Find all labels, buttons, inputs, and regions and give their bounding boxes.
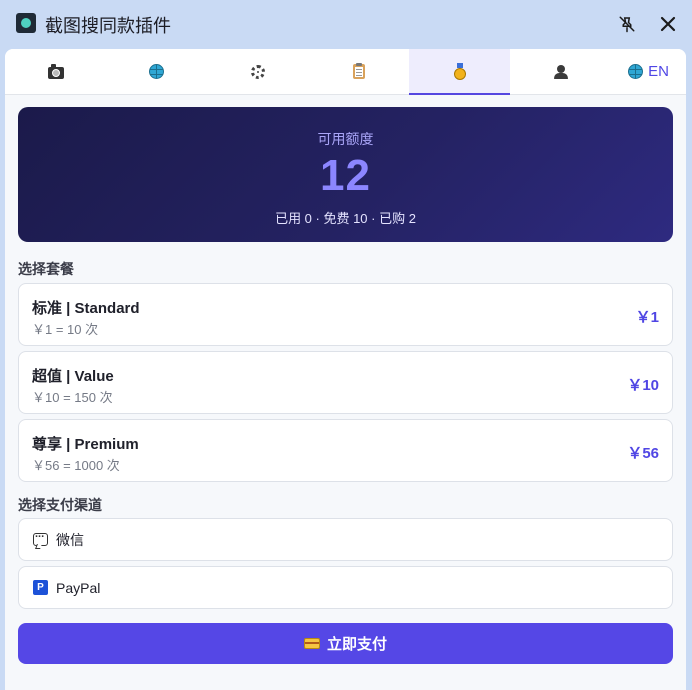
plan-name: 超值 | Value — [32, 368, 114, 385]
main-panel: EN 可用额度 12 已用 0 · 免费 10 · 已购 2 选择套餐 标准 |… — [5, 49, 686, 690]
payment-label: 微信 — [56, 531, 84, 548]
quota-value: 12 — [320, 151, 371, 200]
tab-bar: EN — [5, 49, 686, 95]
plan-premium[interactable]: 尊享 | Premium ￥56 = 1000 次 ￥56 — [18, 419, 673, 482]
close-button[interactable] — [656, 12, 680, 36]
camera-icon — [47, 63, 64, 79]
window-title: 截图搜同款插件 — [45, 16, 171, 37]
app-logo-icon — [16, 13, 36, 33]
pay-now-label: 立即支付 — [326, 636, 387, 653]
globe-icon — [628, 64, 644, 79]
plan-desc: ￥10 = 150 次 — [32, 390, 113, 405]
payment-paypal[interactable]: P PayPal — [18, 566, 673, 609]
language-label: EN — [648, 63, 669, 80]
payment-label: PayPal — [56, 579, 101, 596]
payment-wechat[interactable]: 微信 — [18, 518, 673, 561]
quota-label: 可用额度 — [317, 131, 374, 147]
plan-price: ￥10 — [627, 377, 659, 394]
user-icon — [553, 64, 568, 79]
language-switch[interactable]: EN — [611, 49, 686, 94]
plan-desc: ￥56 = 1000 次 — [32, 458, 120, 473]
plan-name: 尊享 | Premium — [32, 436, 139, 453]
payment-section-title: 选择支付渠道 — [18, 497, 102, 513]
quota-details: 已用 0 · 免费 10 · 已购 2 — [275, 211, 416, 226]
plan-desc: ￥1 = 10 次 — [32, 322, 99, 337]
quota-card: 可用额度 12 已用 0 · 免费 10 · 已购 2 — [18, 107, 673, 242]
wechat-icon — [33, 528, 48, 546]
plan-price: ￥1 — [635, 309, 659, 326]
title-bar: 截图搜同款插件 — [0, 0, 692, 48]
pin-off-icon — [619, 16, 635, 33]
close-icon — [660, 16, 676, 32]
credit-card-icon — [303, 638, 320, 649]
tab-account[interactable] — [510, 49, 611, 94]
plans-section-title: 选择套餐 — [18, 261, 74, 277]
medal-icon — [453, 62, 466, 80]
paypal-icon: P — [33, 580, 48, 595]
tab-web[interactable] — [106, 49, 207, 94]
clipboard-icon — [352, 63, 365, 79]
tab-settings[interactable] — [207, 49, 308, 94]
plan-name: 标准 | Standard — [32, 300, 140, 317]
plan-standard[interactable]: 标准 | Standard ￥1 = 10 次 ￥1 — [18, 283, 673, 346]
pin-button[interactable] — [615, 12, 639, 36]
tab-history[interactable] — [308, 49, 409, 94]
tab-screenshot[interactable] — [5, 49, 106, 94]
tab-billing[interactable] — [409, 49, 510, 95]
plan-price: ￥56 — [627, 445, 659, 462]
globe-icon — [149, 64, 164, 79]
gear-icon — [250, 64, 265, 79]
pay-now-button[interactable]: 立即支付 — [18, 623, 673, 664]
plan-value[interactable]: 超值 | Value ￥10 = 150 次 ￥10 — [18, 351, 673, 414]
